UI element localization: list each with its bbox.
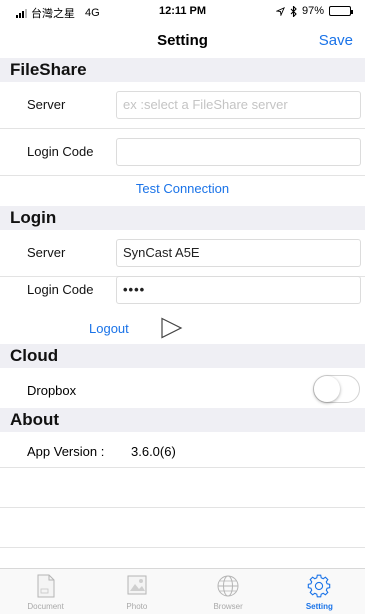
section-header-cloud: Cloud — [0, 344, 365, 368]
login-code-input[interactable]: •••• — [116, 276, 361, 304]
app-version-label: App Version : — [27, 444, 105, 459]
status-right: 97% — [275, 5, 353, 17]
bluetooth-icon — [290, 5, 297, 17]
toggle-knob — [314, 376, 340, 402]
test-connection-button[interactable]: Test Connection — [0, 181, 365, 196]
login-code-row: Login Code •••• — [0, 267, 365, 314]
tab-browser[interactable]: Browser — [183, 569, 274, 614]
tab-label-photo: Photo — [126, 602, 148, 611]
page-title: Setting — [157, 32, 208, 49]
gear-icon — [308, 574, 331, 598]
tab-setting[interactable]: Setting — [274, 569, 365, 614]
tab-document[interactable]: Document — [0, 569, 91, 614]
login-server-input[interactable]: SynCast A5E — [116, 239, 361, 267]
fileshare-login-code-input[interactable] — [116, 138, 361, 166]
dropbox-label: Dropbox — [27, 383, 77, 398]
battery-icon — [329, 6, 353, 16]
status-bar: 台灣之星 4G 12:11 PM 97% — [0, 0, 365, 22]
fileshare-login-code-row: Login Code — [0, 129, 365, 176]
app-version-row: App Version : 3.6.0(6) — [0, 432, 365, 468]
empty-row — [0, 468, 365, 508]
document-icon — [37, 574, 55, 598]
save-button[interactable]: Save — [319, 32, 353, 49]
tab-label-browser: Browser — [213, 602, 243, 611]
battery-percent: 97% — [301, 5, 324, 17]
play-icon[interactable] — [160, 317, 184, 339]
fileshare-server-label: Server — [27, 97, 66, 112]
dropbox-toggle[interactable] — [313, 375, 360, 403]
photo-icon — [127, 575, 147, 595]
login-server-label: Server — [27, 245, 66, 260]
tab-bar: Document Photo Browser Setting — [0, 568, 365, 614]
tab-label-document: Document — [27, 602, 64, 611]
section-header-about: About — [0, 408, 365, 432]
fileshare-login-code-label: Login Code — [27, 144, 94, 159]
login-code-label: Login Code — [27, 282, 94, 297]
empty-row — [0, 508, 365, 548]
tab-photo[interactable]: Photo — [91, 569, 182, 614]
tab-label-setting: Setting — [305, 602, 333, 611]
fileshare-server-input[interactable]: ex :select a FileShare server — [116, 91, 361, 119]
section-header-login: Login — [0, 206, 365, 230]
app-version-value: 3.6.0(6) — [131, 444, 176, 459]
section-header-fileshare: FileShare — [0, 58, 365, 82]
navigation-bar: Setting Save — [0, 22, 365, 58]
location-icon — [275, 6, 285, 16]
fileshare-server-row: Server ex :select a FileShare server — [0, 82, 365, 129]
globe-icon — [217, 575, 239, 597]
logout-button[interactable]: Logout — [89, 321, 129, 336]
